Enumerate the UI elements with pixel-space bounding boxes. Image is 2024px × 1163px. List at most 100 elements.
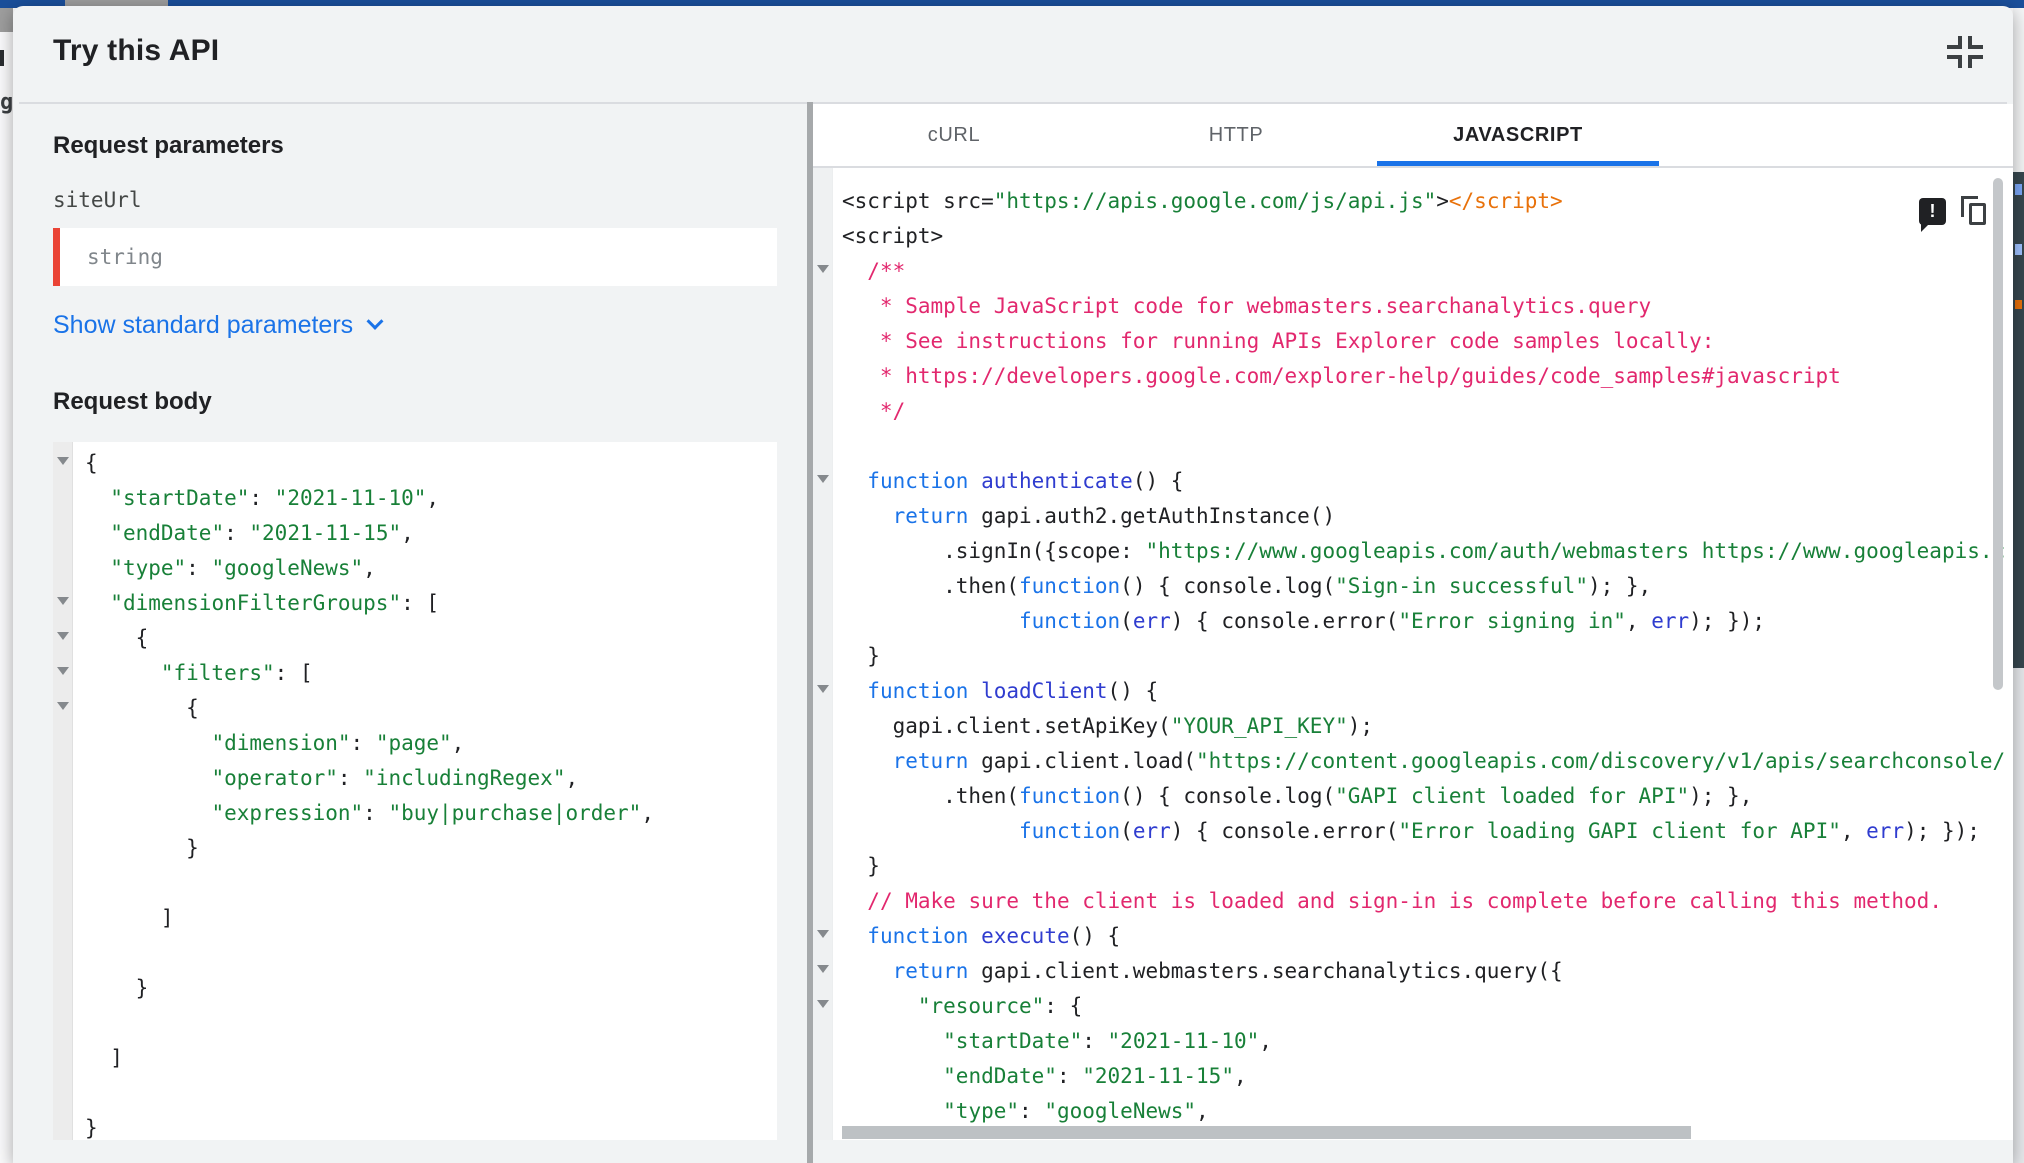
background-page-right-edge bbox=[2013, 8, 2024, 1163]
fullscreen-exit-corner bbox=[1968, 36, 1983, 49]
code-line: <script src="https://apis.google.com/js/… bbox=[842, 189, 1563, 213]
code-line: * https://developers.google.com/explorer… bbox=[842, 364, 1841, 388]
code-sample-editor[interactable]: <script src="https://apis.google.com/js/… bbox=[813, 168, 2013, 1140]
fullscreen-exit-icon[interactable] bbox=[1947, 36, 1991, 78]
fold-triangle-icon[interactable] bbox=[57, 667, 69, 675]
background-artifact bbox=[2015, 184, 2022, 195]
code-line: { bbox=[85, 696, 199, 720]
code-line: } bbox=[842, 854, 880, 878]
code-line: /** bbox=[867, 259, 906, 283]
report-issue-icon[interactable]: ! bbox=[1919, 198, 1946, 232]
background-page-left-edge: g bbox=[0, 8, 13, 1163]
fold-triangle-icon[interactable] bbox=[817, 685, 829, 693]
code-line: return gapi.auth2.getAuthInstance() bbox=[892, 504, 1336, 528]
fullscreen-exit-corner bbox=[1947, 55, 1962, 68]
editor-gutter bbox=[53, 442, 73, 1140]
editor-gutter bbox=[813, 168, 833, 1140]
background-artifact bbox=[2013, 668, 2024, 1163]
code-line: { bbox=[85, 626, 149, 650]
chevron-down-icon bbox=[366, 312, 384, 330]
code-line: * See instructions for running APIs Expl… bbox=[842, 329, 1715, 353]
code-line: "endDate": "2021-11-15", bbox=[110, 521, 414, 545]
code-line: "dimension": "page", bbox=[211, 731, 465, 755]
copy-icon[interactable] bbox=[1961, 196, 1993, 228]
fold-triangle-icon[interactable] bbox=[817, 475, 829, 483]
code-line: "expression": "buy|purchase|order", bbox=[211, 801, 654, 825]
fold-triangle-icon[interactable] bbox=[57, 632, 69, 640]
site-url-label: siteUrl bbox=[53, 188, 142, 212]
fold-triangle-icon[interactable] bbox=[57, 457, 69, 465]
background-text-fragment: g bbox=[0, 90, 14, 115]
code-line: } bbox=[85, 836, 199, 860]
dialog-title: Try this API bbox=[53, 34, 220, 67]
request-body-heading: Request body bbox=[53, 388, 212, 415]
code-line: } bbox=[842, 644, 880, 668]
code-line: function(err) { console.error("Error loa… bbox=[1019, 819, 1980, 843]
request-body-code: { "startDate": "2021-11-10", "endDate": … bbox=[85, 446, 654, 1140]
copy-icon-front-sheet bbox=[1969, 203, 1986, 225]
code-line: "filters": [ bbox=[160, 661, 313, 685]
code-line: function(err) { console.error("Error sig… bbox=[1019, 609, 1766, 633]
request-body-editor[interactable]: { "startDate": "2021-11-10", "endDate": … bbox=[53, 442, 777, 1140]
code-line: "endDate": "2021-11-15", bbox=[943, 1064, 1247, 1088]
tab-label: cURL bbox=[927, 124, 981, 146]
required-field-indicator bbox=[53, 228, 60, 286]
try-this-api-dialog: Try this API Request parameters siteUrl … bbox=[13, 6, 2013, 1163]
tab-label: HTTP bbox=[1208, 124, 1264, 146]
background-artifact bbox=[2015, 300, 2022, 309]
code-sample-tabs: cURL HTTP JAVASCRIPT bbox=[813, 104, 2013, 166]
code-line: "type": "googleNews", bbox=[110, 556, 376, 580]
fold-triangle-icon[interactable] bbox=[817, 965, 829, 973]
code-line: "startDate": "2021-11-10", bbox=[943, 1029, 1272, 1053]
code-line: return gapi.client.webmasters.searchanal… bbox=[892, 959, 1563, 983]
background-artifact bbox=[0, 8, 13, 32]
code-line: .then(function() { console.log("Sign-in … bbox=[842, 574, 1652, 598]
background-artifact bbox=[0, 50, 4, 66]
fold-triangle-icon[interactable] bbox=[57, 702, 69, 710]
request-parameters-heading: Request parameters bbox=[53, 132, 284, 159]
code-line: "startDate": "2021-11-10", bbox=[110, 486, 440, 510]
fold-triangle-icon[interactable] bbox=[817, 930, 829, 938]
fold-triangle-icon[interactable] bbox=[57, 597, 69, 605]
code-line: "operator": "includingRegex", bbox=[211, 766, 579, 790]
code-line: { bbox=[85, 451, 98, 475]
tab-http[interactable]: HTTP bbox=[1095, 104, 1377, 166]
background-artifact bbox=[2015, 244, 2022, 255]
site-url-field-container bbox=[53, 228, 777, 286]
tab-curl[interactable]: cURL bbox=[813, 104, 1095, 166]
site-url-input[interactable] bbox=[60, 228, 777, 286]
code-line: ] bbox=[85, 906, 174, 930]
code-line: return gapi.client.load("https://content… bbox=[892, 749, 2006, 773]
code-line: "type": "googleNews", bbox=[943, 1099, 1209, 1123]
code-line: "dimensionFilterGroups": [ bbox=[110, 591, 440, 615]
horizontal-scrollbar-thumb[interactable] bbox=[842, 1126, 1691, 1139]
fold-triangle-icon[interactable] bbox=[817, 265, 829, 273]
code-line: "resource": { bbox=[917, 994, 1083, 1018]
code-line: .signIn({scope: "https://www.googleapis.… bbox=[842, 539, 2006, 563]
tab-label: JAVASCRIPT bbox=[1453, 124, 1583, 146]
code-line: * Sample JavaScript code for webmasters.… bbox=[842, 294, 1652, 318]
code-line: */ bbox=[842, 399, 906, 423]
code-line: function loadClient() { bbox=[867, 679, 1159, 703]
fullscreen-exit-corner bbox=[1947, 36, 1962, 49]
code-line: } bbox=[85, 976, 149, 1000]
fullscreen-exit-corner bbox=[1968, 55, 1983, 68]
show-standard-parameters-link[interactable]: Show standard parameters bbox=[53, 311, 384, 340]
background-code-fragment bbox=[2013, 172, 2024, 668]
code-sample-code: <script src="https://apis.google.com/js/… bbox=[842, 184, 2005, 1129]
code-line: function authenticate() { bbox=[867, 469, 1184, 493]
code-line: // Make sure the client is loaded and si… bbox=[867, 889, 1942, 913]
code-line: } bbox=[85, 1116, 98, 1140]
vertical-scrollbar-thumb[interactable] bbox=[1993, 178, 2003, 690]
code-line: .then(function() { console.log("GAPI cli… bbox=[842, 784, 1753, 808]
tab-javascript[interactable]: JAVASCRIPT bbox=[1377, 104, 1659, 166]
code-line: <script> bbox=[842, 224, 944, 248]
fold-triangle-icon[interactable] bbox=[817, 1000, 829, 1008]
show-standard-parameters-label: Show standard parameters bbox=[53, 311, 354, 339]
code-line: gapi.client.setApiKey("YOUR_API_KEY"); bbox=[842, 714, 1374, 738]
code-line: function execute() { bbox=[867, 924, 1121, 948]
